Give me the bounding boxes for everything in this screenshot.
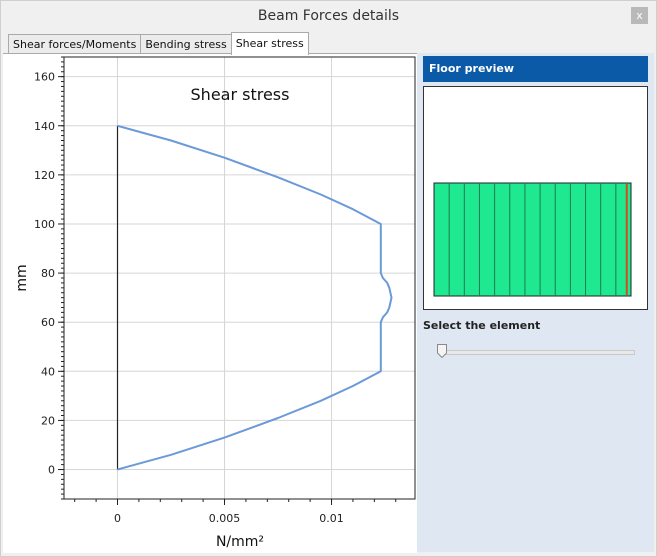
side-panel: Floor preview Select the element	[417, 53, 654, 552]
floor-outline	[433, 182, 632, 297]
shear-stress-chart: 0 0.005 0.01 0 20 40 60 80 100 120 140 160 Shear st…	[14, 56, 416, 550]
y-tick-label: 40	[41, 365, 55, 378]
close-button[interactable]: x	[631, 7, 648, 24]
floor-preview-header: Floor preview	[423, 56, 648, 82]
tab-shear-forces-moments[interactable]: Shear forces/Moments	[8, 34, 142, 55]
y-tick-label: 0	[48, 464, 55, 477]
x-axis-label: N/mm²	[216, 534, 264, 550]
chart-title: Shear stress	[191, 85, 290, 104]
y-tick-label: 20	[41, 414, 55, 427]
y-tick-label: 140	[34, 120, 55, 133]
select-element-label: Select the element	[423, 319, 541, 332]
y-tick-label: 120	[34, 169, 55, 182]
element-slider-thumb[interactable]	[437, 344, 447, 358]
y-tick-label: 60	[41, 316, 55, 329]
tab-bending-stress[interactable]: Bending stress	[140, 34, 232, 55]
x-tick-label: 0.01	[319, 512, 344, 525]
y-tick-label: 100	[34, 218, 55, 231]
tab-shear-stress[interactable]: Shear stress	[230, 32, 309, 55]
tab-strip: Shear forces/Moments Bending stress Shea…	[8, 32, 309, 55]
floor-preview-drawing	[433, 182, 632, 297]
floor-preview-box	[423, 86, 648, 310]
title-bar: Beam Forces details x	[1, 1, 656, 31]
chart-panel: 0 0.005 0.01 0 20 40 60 80 100 120 140 160 Shear st…	[3, 53, 417, 553]
x-tick-label: 0	[114, 512, 121, 525]
window-title: Beam Forces details	[257, 8, 400, 24]
x-tick-label: 0.005	[209, 512, 241, 525]
beam-forces-window: Beam Forces details x Shear forces/Momen…	[0, 0, 657, 557]
element-slider-track[interactable]	[439, 350, 635, 355]
y-tick-label: 160	[34, 71, 55, 84]
y-tick-label: 80	[41, 267, 55, 280]
y-axis-label: mm	[14, 264, 30, 291]
shear-stress-line	[117, 124, 393, 471]
